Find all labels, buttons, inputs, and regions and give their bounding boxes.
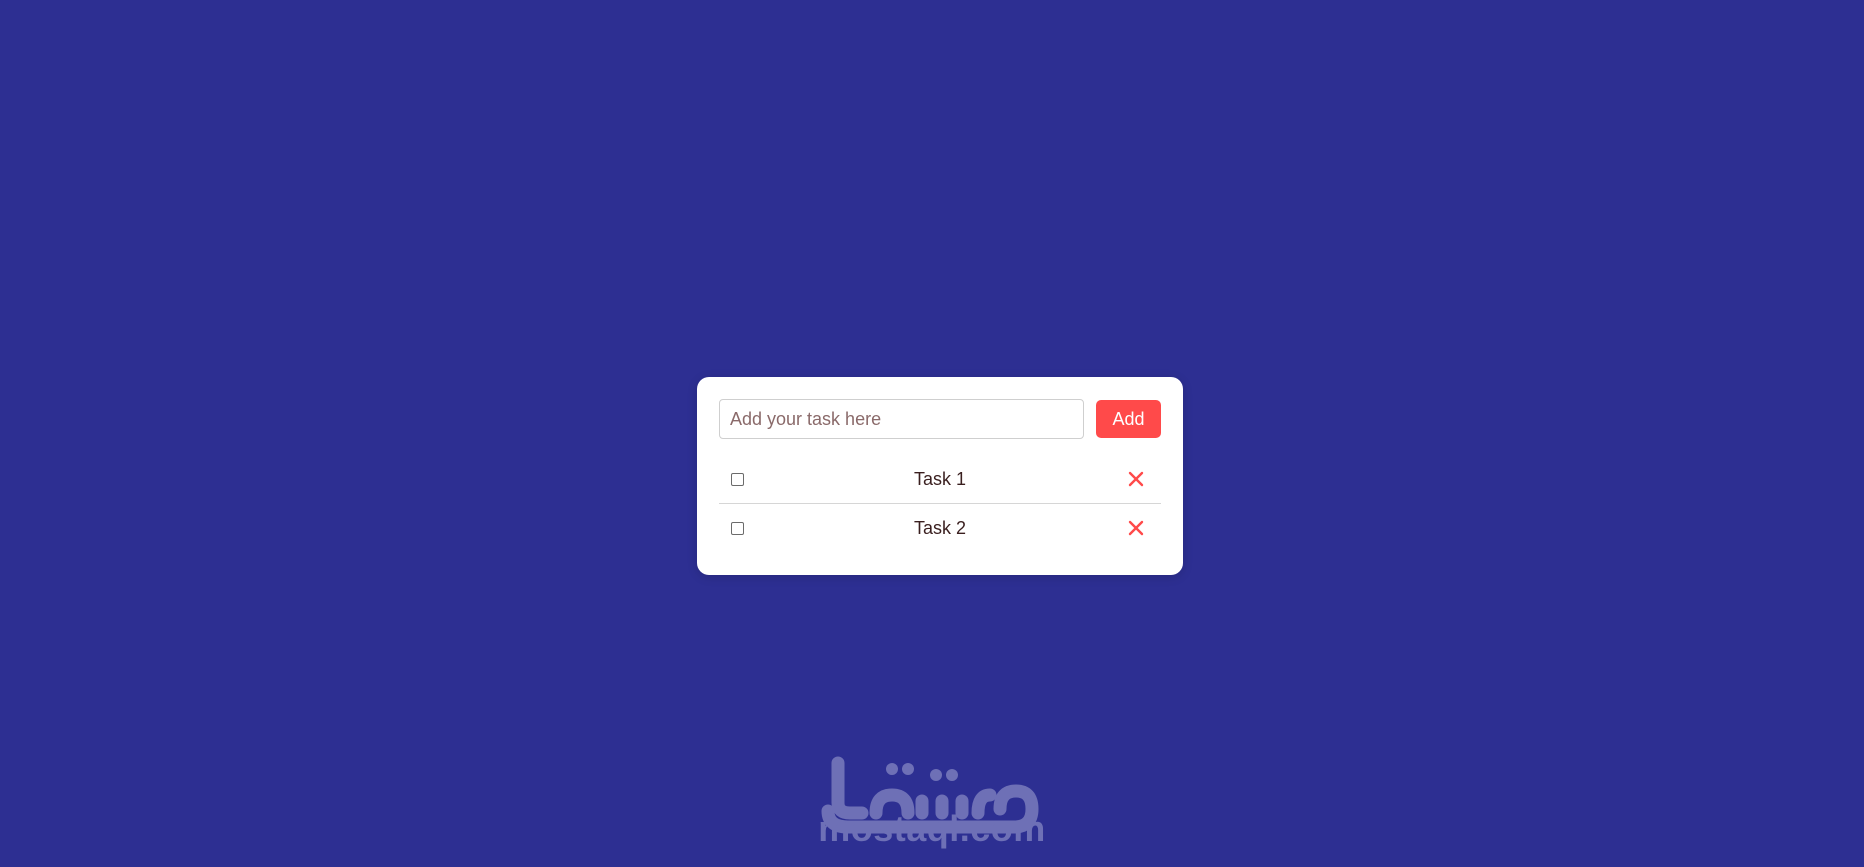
delete-task-button[interactable] bbox=[1125, 468, 1147, 490]
task-input[interactable] bbox=[719, 399, 1084, 439]
close-icon bbox=[1128, 471, 1144, 487]
task-label: Task 1 bbox=[913, 469, 967, 489]
task-row: Task 1 bbox=[719, 456, 1161, 504]
task-label: Task 2 bbox=[913, 518, 967, 538]
page: Add Task 1 Task 2 bbox=[0, 0, 1864, 867]
task-row: Task 2 bbox=[719, 505, 1161, 553]
close-icon bbox=[1128, 520, 1144, 536]
delete-task-button[interactable] bbox=[1125, 517, 1147, 539]
add-task-button[interactable]: Add bbox=[1096, 400, 1161, 438]
watermark-text: mostaql.com bbox=[818, 808, 1046, 849]
